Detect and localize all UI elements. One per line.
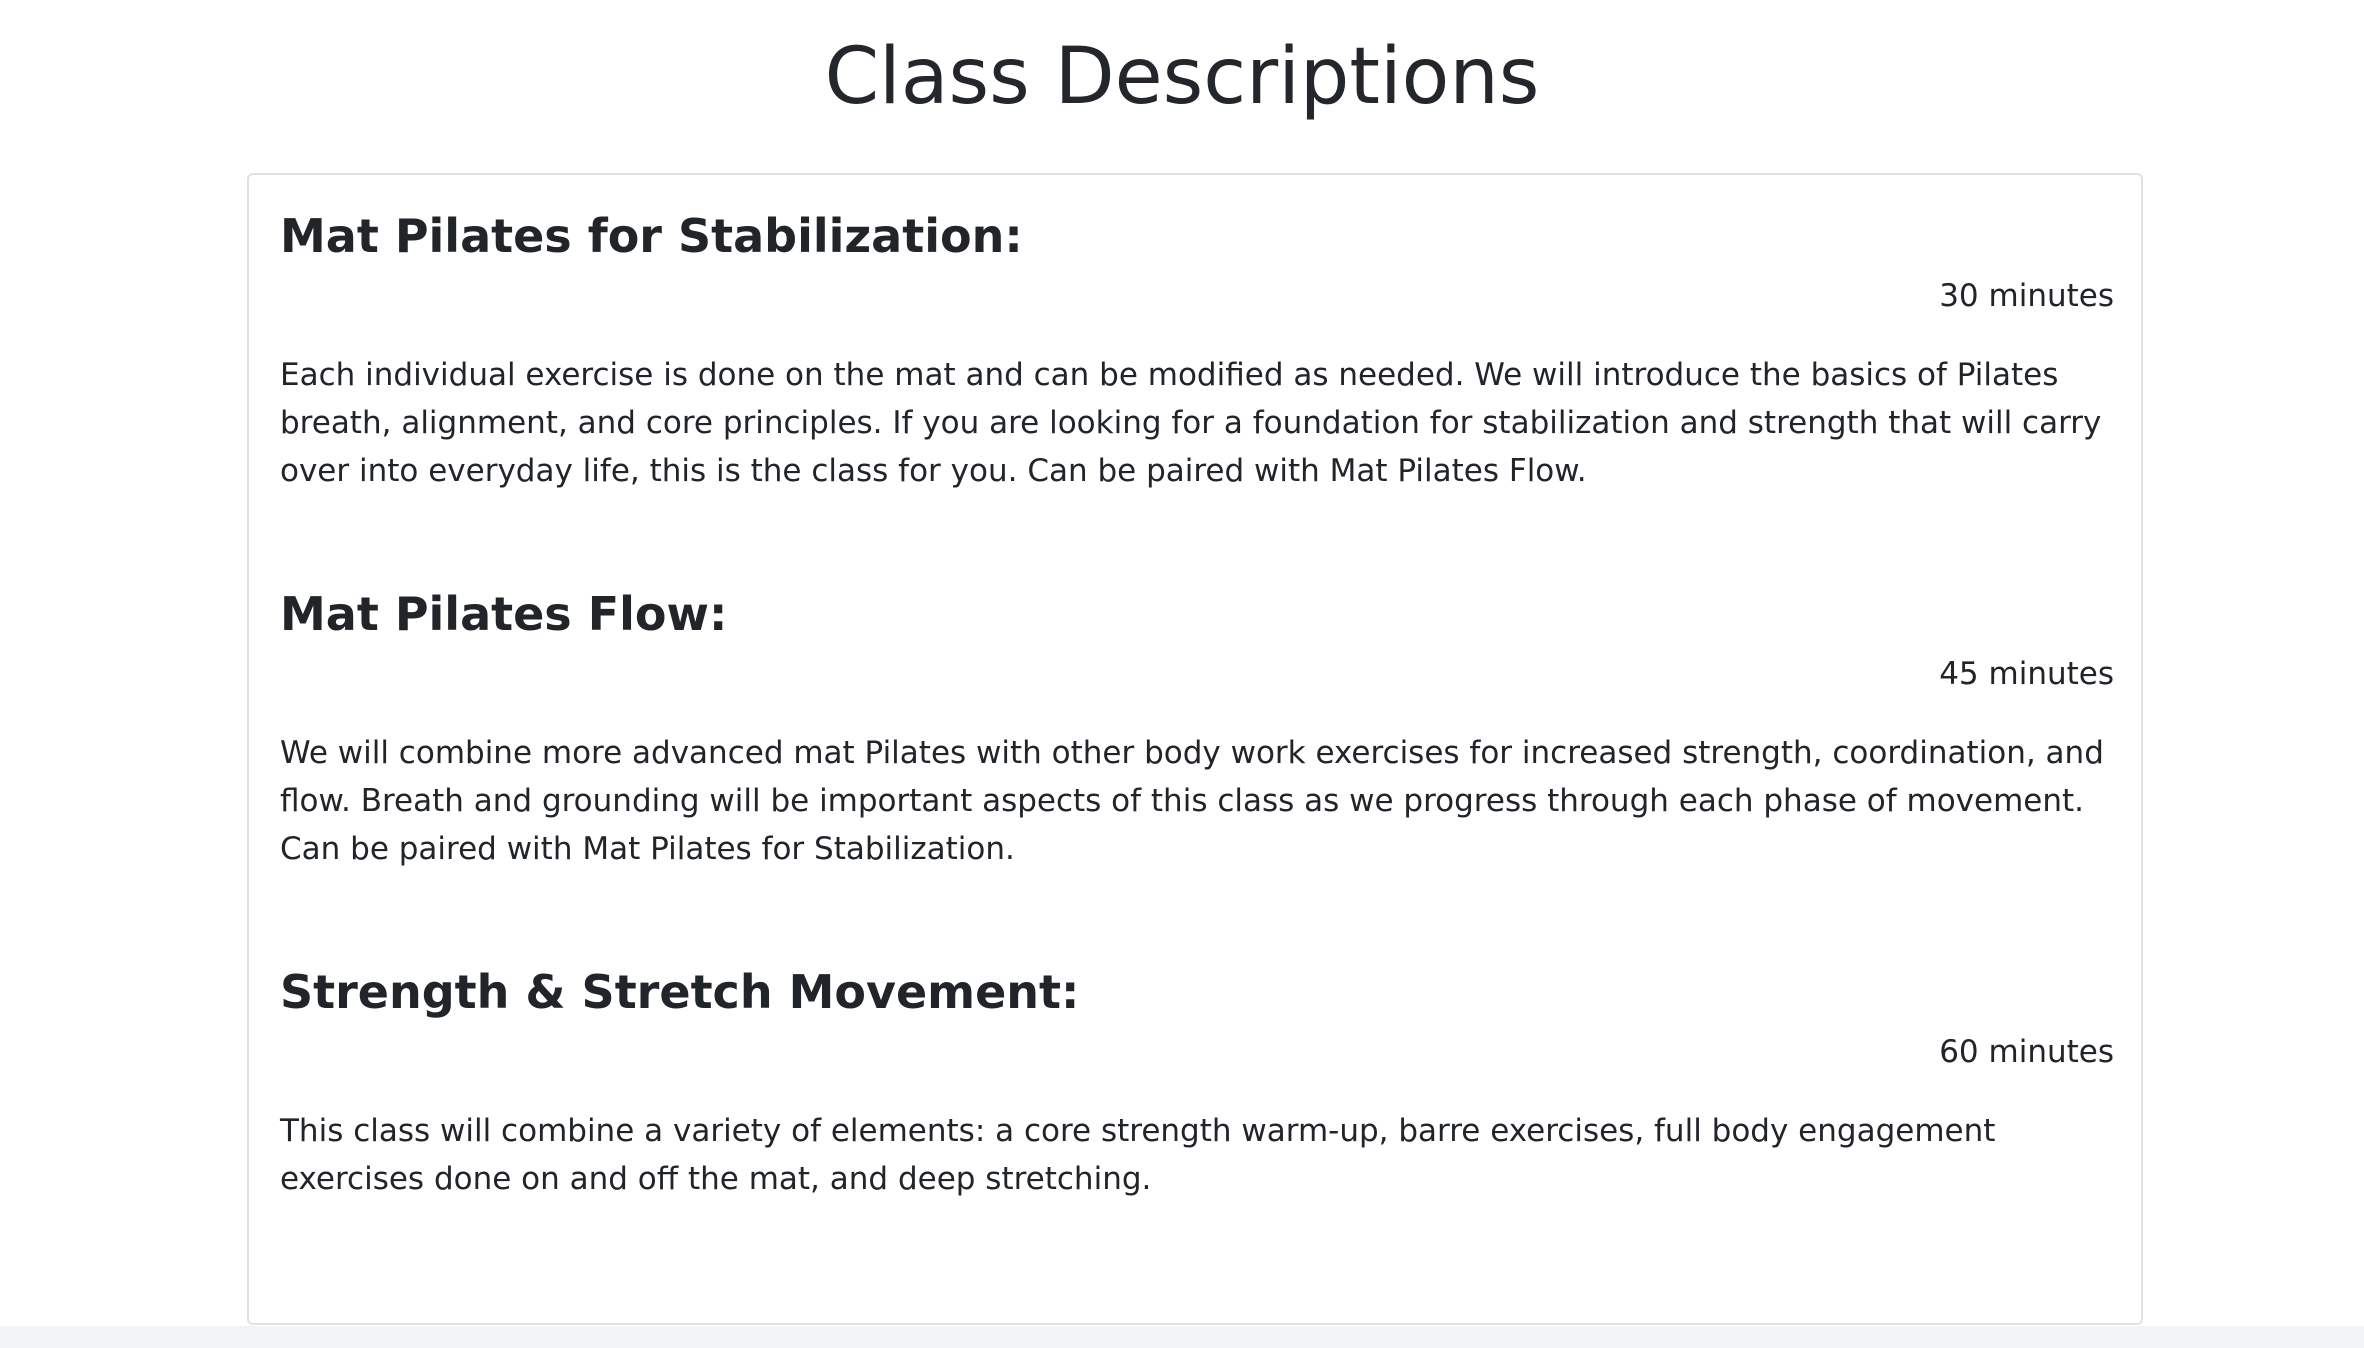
page-title: Class Descriptions bbox=[824, 32, 1540, 122]
class-duration: 45 minutes bbox=[1939, 656, 2114, 692]
class-description: Each individual exercise is done on the … bbox=[280, 357, 2102, 489]
class-description: This class will combine a variety of ele… bbox=[280, 1113, 1996, 1197]
footer-bar bbox=[0, 1326, 2364, 1348]
class-duration: 30 minutes bbox=[1939, 278, 2114, 314]
class-description: We will combine more advanced mat Pilate… bbox=[280, 735, 2104, 867]
class-descriptions-card: Mat Pilates for Stabilization: 30 minute… bbox=[247, 173, 2143, 1325]
class-title: Mat Pilates for Stabilization: bbox=[280, 209, 1023, 263]
class-title: Strength & Stretch Movement: bbox=[280, 965, 1080, 1019]
class-title: Mat Pilates Flow: bbox=[280, 587, 728, 641]
class-duration: 60 minutes bbox=[1939, 1034, 2114, 1070]
